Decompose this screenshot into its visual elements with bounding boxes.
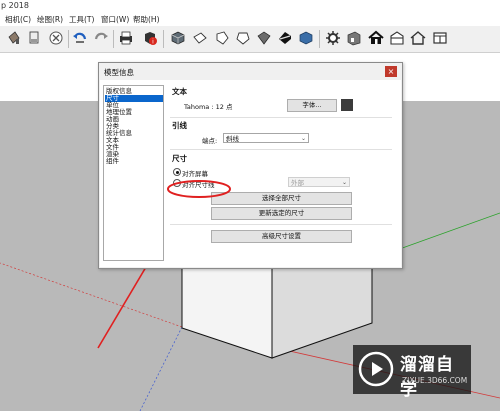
toolbar-separator [68, 30, 69, 48]
watermark-brand: 溜溜自学 [400, 355, 454, 400]
update-selected-dimensions-button[interactable]: 更新选定的尺寸 [211, 207, 352, 220]
eraser-icon[interactable] [26, 30, 42, 46]
align-screen-radio[interactable] [173, 168, 181, 176]
endpoint-value: 斜线 [226, 135, 239, 143]
toolbar-separator [319, 30, 320, 48]
divider [170, 149, 392, 150]
window-titlebar: p 2018 [0, 0, 500, 13]
category-list[interactable]: 版权信息 尺寸 单位 地理位置 动画 分类 统计信息 文本 文件 渲染 组件 [103, 85, 164, 261]
menu-help[interactable]: 帮助(H) [133, 14, 160, 25]
warehouse-icon[interactable] [325, 30, 341, 46]
toolbar-separator [113, 30, 114, 48]
toolbar-separator [163, 30, 164, 48]
delete-icon[interactable] [48, 30, 64, 46]
divider [170, 224, 392, 225]
model-info-icon[interactable]: i [142, 30, 158, 46]
highlight-ellipse [167, 180, 231, 198]
share-icon[interactable] [389, 30, 405, 46]
endpoint-select[interactable]: 斜线 ⌄ [223, 133, 309, 143]
menu-tools[interactable]: 工具(T) [69, 14, 94, 25]
close-button[interactable]: × [385, 66, 397, 77]
redo-icon[interactable] [93, 30, 109, 46]
home-icon[interactable] [368, 30, 384, 46]
divider [170, 117, 392, 118]
font-color-swatch[interactable] [341, 99, 353, 111]
get-models-icon[interactable] [346, 30, 362, 46]
print-icon[interactable] [118, 30, 134, 46]
menu-camera[interactable]: 相机(C) [5, 14, 31, 25]
house-outline-icon[interactable] [410, 30, 426, 46]
font-description: Tahoma : 12 点 [184, 103, 233, 111]
undo-icon[interactable] [72, 30, 88, 46]
model-info-dialog: 模型信息 × 版权信息 尺寸 单位 地理位置 动画 分类 统计信息 文本 文件 … [98, 62, 403, 269]
align-screen-label: 对齐屏幕 [182, 170, 208, 178]
chevron-down-icon: ⌄ [300, 135, 306, 142]
menu-draw[interactable]: 绘图(R) [37, 14, 63, 25]
leader-section-heading: 引线 [172, 121, 187, 130]
play-logo-icon [358, 351, 394, 387]
category-item[interactable]: 组件 [105, 158, 163, 165]
dialog-body: 版权信息 尺寸 单位 地理位置 动画 分类 统计信息 文本 文件 渲染 组件 文… [100, 80, 401, 267]
front-view-icon[interactable] [214, 30, 230, 46]
font-button[interactable]: 字体... [287, 99, 337, 112]
dialog-title: 模型信息 [104, 68, 134, 77]
watermark-url: ZIXUE.3D66.COM [402, 376, 468, 385]
bottom-view-icon[interactable] [298, 30, 314, 46]
window-title: p 2018 [1, 1, 29, 10]
paint-bucket-icon[interactable] [6, 30, 22, 46]
menu-bar: 相机(C) 绘图(R) 工具(T) 窗口(W) 帮助(H) [0, 13, 500, 26]
top-view-icon[interactable] [192, 30, 208, 46]
endpoint-label: 端点: [202, 137, 218, 145]
text-section-heading: 文本 [172, 87, 187, 96]
watermark: 溜溜自学 ZIXUE.3D66.COM [353, 345, 471, 400]
toolbar: i [0, 26, 500, 53]
advanced-dimension-settings-button[interactable]: 高级尺寸设置 [211, 230, 352, 243]
right-view-icon[interactable] [235, 30, 251, 46]
layout-icon[interactable] [432, 30, 448, 46]
iso-view-icon[interactable] [170, 30, 186, 46]
back-view-icon[interactable] [256, 30, 272, 46]
chevron-down-icon: ⌄ [341, 179, 347, 186]
dimension-section-heading: 尺寸 [172, 154, 187, 163]
align-option-value: 外部 [291, 179, 304, 187]
menu-window[interactable]: 窗口(W) [101, 14, 129, 25]
left-view-icon[interactable] [277, 30, 293, 46]
align-option-select[interactable]: 外部 ⌄ [288, 177, 350, 187]
